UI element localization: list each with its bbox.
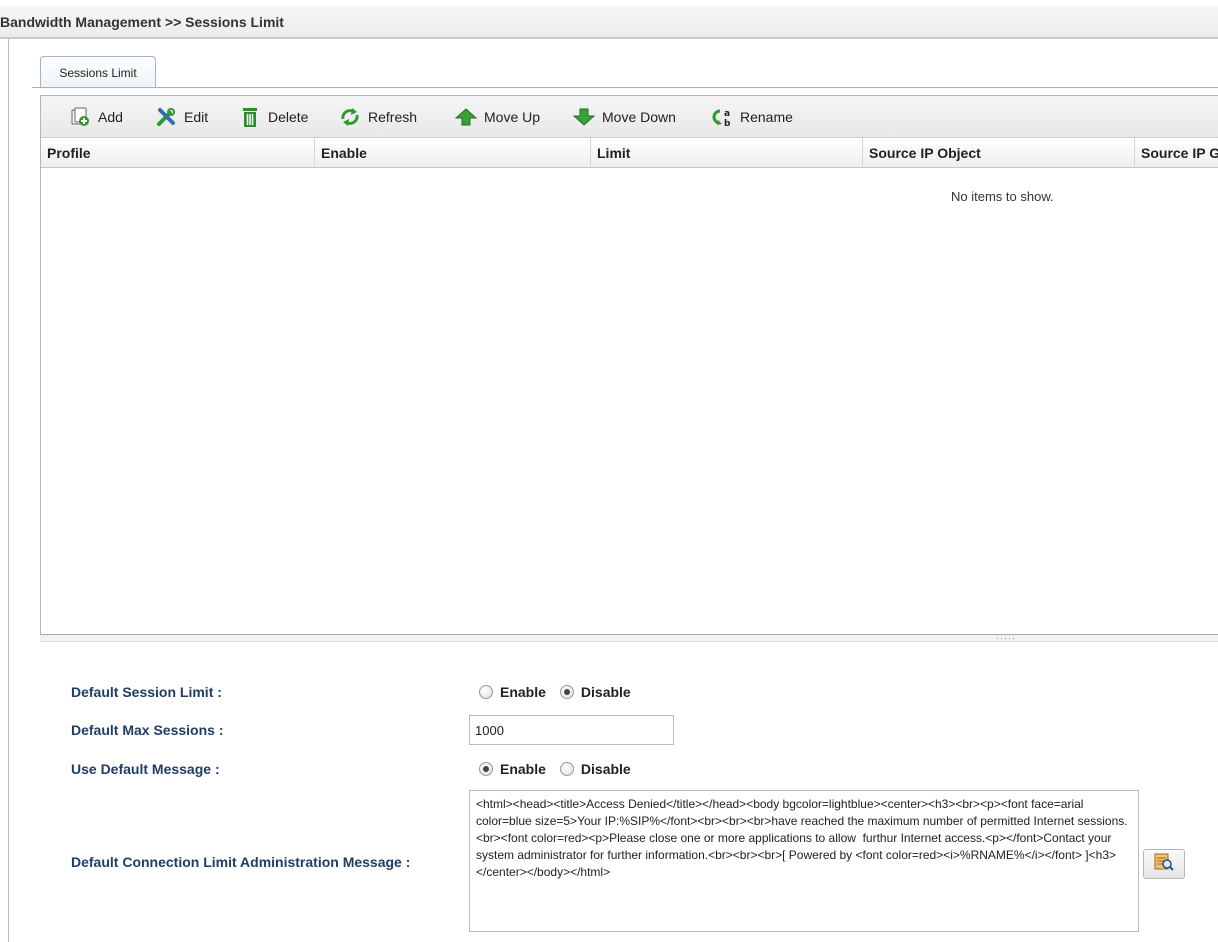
move-up-label: Move Up (484, 109, 541, 125)
column-label: Source IP G (1141, 145, 1218, 161)
preview-button[interactable] (1143, 849, 1185, 879)
radio-label: Disable (580, 684, 631, 700)
frame-border (8, 39, 9, 942)
sessions-grid-panel: Add Edit Delete Refresh Move Up Move Dow… (40, 95, 1218, 641)
refresh-label: Refresh (368, 109, 418, 125)
arrow-down-icon (573, 106, 595, 128)
column-label: Source IP Object (869, 145, 981, 161)
add-button[interactable]: Add (69, 104, 123, 130)
radio-icon (559, 762, 574, 776)
grip-icon: ····· (996, 633, 1016, 643)
page-title: Bandwidth Management >> Sessions Limit (0, 6, 1218, 39)
default-session-limit-label: Default Session Limit : (71, 684, 222, 700)
preview-icon (1153, 852, 1175, 877)
radio-label: Disable (580, 761, 631, 777)
default-max-sessions-label: Default Max Sessions : (71, 722, 224, 738)
add-label: Add (98, 109, 123, 125)
move-up-button[interactable]: Move Up (455, 104, 540, 130)
refresh-button[interactable]: Refresh (339, 104, 417, 130)
trash-icon (239, 106, 261, 128)
rename-button[interactable]: ab Rename (711, 104, 793, 130)
delete-button[interactable]: Delete (239, 104, 308, 130)
admin-message-textarea[interactable]: <html><head><title>Access Denied</title>… (469, 790, 1139, 932)
column-label: Limit (597, 145, 631, 161)
column-header-enable[interactable]: Enable (315, 138, 591, 168)
default-session-limit-disable-radio[interactable]: Disable (559, 684, 631, 700)
splitter-handle[interactable]: ····· (40, 633, 1218, 643)
default-session-limit-radio-group: Enable Disable (479, 684, 645, 700)
column-label: Profile (47, 145, 91, 161)
rename-label: Rename (740, 109, 793, 125)
radio-label: Enable (500, 684, 546, 700)
admin-message-label: Default Connection Limit Administration … (71, 854, 411, 870)
rename-icon: ab (711, 106, 733, 128)
use-default-message-radio-group: Enable Disable (479, 761, 645, 777)
column-header-profile[interactable]: Profile (41, 138, 315, 168)
breadcrumb: Bandwidth Management >> Sessions Limit (0, 14, 284, 30)
add-icon (69, 106, 91, 128)
move-down-label: Move Down (602, 109, 676, 125)
default-max-sessions-input[interactable] (469, 715, 674, 745)
tab-sessions-limit[interactable]: Sessions Limit (40, 56, 156, 88)
column-label: Enable (321, 145, 367, 161)
svg-text:b: b (724, 119, 731, 128)
refresh-icon (339, 106, 361, 128)
radio-selected-icon (479, 762, 493, 776)
use-default-message-enable-radio[interactable]: Enable (479, 761, 546, 777)
grid-header: Profile Enable Limit Source IP Object So… (41, 138, 1218, 168)
radio-label: Enable (500, 761, 546, 777)
wrench-icon (155, 106, 177, 128)
empty-grid-message: No items to show. (951, 189, 1054, 204)
radio-selected-icon (559, 685, 574, 699)
tab-label: Sessions Limit (59, 66, 137, 80)
arrow-up-icon (455, 106, 477, 128)
radio-icon (479, 685, 493, 699)
move-down-button[interactable]: Move Down (573, 104, 676, 130)
column-header-source-ip-object[interactable]: Source IP Object (863, 138, 1135, 168)
default-session-limit-enable-radio[interactable]: Enable (479, 684, 546, 700)
edit-button[interactable]: Edit (155, 104, 208, 130)
svg-text:a: a (724, 109, 730, 119)
toolbar: Add Edit Delete Refresh Move Up Move Dow… (41, 96, 1218, 138)
column-header-limit[interactable]: Limit (591, 138, 863, 168)
tab-divider (32, 87, 1218, 88)
delete-label: Delete (268, 109, 309, 125)
use-default-message-label: Use Default Message : (71, 761, 220, 777)
edit-label: Edit (184, 109, 209, 125)
use-default-message-disable-radio[interactable]: Disable (559, 761, 631, 777)
column-header-source-ip-group[interactable]: Source IP G (1135, 138, 1218, 168)
